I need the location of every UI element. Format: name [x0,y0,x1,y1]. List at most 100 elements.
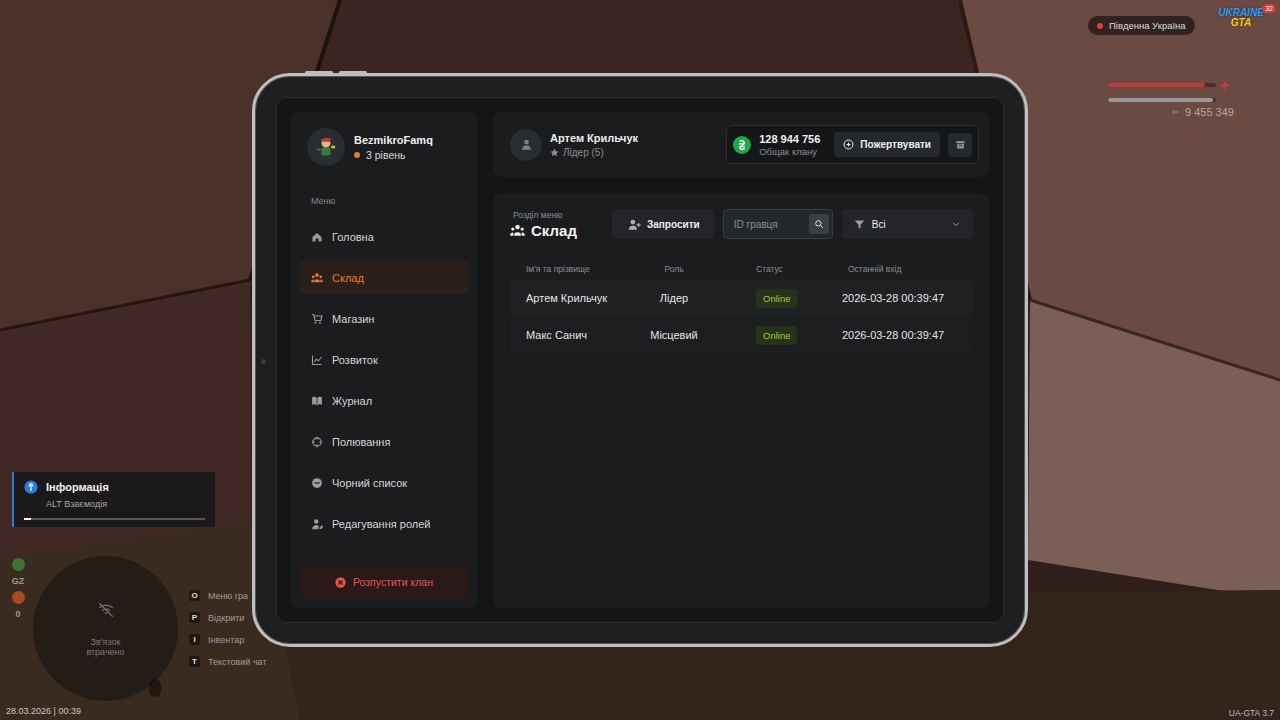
status-dot [12,558,25,571]
section-title-row: Склад [510,222,593,239]
notification-timer [24,518,205,520]
search-field [723,209,833,239]
column-header: Останній вхід [842,264,973,274]
section-title: Склад [531,222,577,239]
key-label: Меню гра [208,591,248,601]
funds-text: 128 944 756Общак клану [759,133,820,157]
notification-title-row: Інформація [24,480,205,494]
funds-amount: 128 944 756 [759,133,820,145]
table-cell: Лідер [636,292,712,304]
book-icon [311,395,323,407]
column-header: Статус [712,264,842,274]
sidebar-item-label: Розвиток [332,354,378,366]
home-icon [311,231,323,243]
logo-badge: 32 [1262,4,1276,13]
filter-value: Всі [872,219,944,230]
armor-fill [1108,98,1213,102]
member-role-row: Лідер (5) [550,147,638,158]
sidebar: BezmikroFamq3 рівеньМенюГоловнаСкладМага… [291,112,477,608]
date-time: 28.03.2026 | 00:39 [6,706,81,716]
search-icon [814,219,824,229]
notification-text: ALT Взаємодія [24,499,205,509]
table-cell: 2026-03-28 00:39:47 [842,292,973,304]
user-icon [520,138,533,151]
table-cell: 2026-03-28 00:39:47 [842,329,973,341]
player-id-input[interactable] [734,219,809,230]
dissolve-label: Розпустити клан [353,576,433,588]
table-cell: Місцевий [636,329,712,341]
donate-button[interactable]: Пожертвувати [834,132,940,157]
logo-bottom: GTA [1231,18,1251,28]
no-signal-icon [97,601,115,619]
level-dot [354,152,360,158]
profile-avatar [307,128,345,166]
sidebar-item[interactable]: Склад [300,261,468,294]
sidebar-item-label: Чорний список [332,477,407,489]
sidebar-menu: Головна Склад Магазин Розвиток Журнал Полюван… [300,220,468,540]
status-label: 0 [15,609,20,619]
sidebar-item[interactable]: Головна [300,220,468,253]
member-name: Артем Крильчук [550,132,638,144]
region-name: Південна Україна [1109,20,1186,31]
profile-level: 3 рівень [366,149,406,161]
key-label: Відкрити [208,613,244,623]
sidebar-item[interactable]: Магазин [300,302,468,335]
profile: BezmikroFamq 3 рівень [300,128,468,166]
section-heading: Розділ менюСклад [510,210,593,239]
funds-label: Общак клану [759,146,820,157]
key-cap: I [189,634,200,645]
sidebar-item[interactable]: Полювання [300,425,468,458]
table-row[interactable]: Артем КрильчукЛідерOnline2026-03-28 00:3… [510,280,973,316]
filter-icon [854,219,865,230]
sidebar-item[interactable]: Редагування ролей [300,507,468,540]
sidebar-item[interactable]: Розвиток [300,343,468,376]
dissolve-clan-button[interactable]: Розпустити клан [300,565,468,599]
region-pill: Південна Україна [1088,16,1195,35]
sidebar-item-label: Полювання [332,436,390,448]
member-role: Лідер (5) [563,147,604,158]
invite-button[interactable]: Запросити [612,209,714,239]
key-cap: T [189,656,200,667]
cart-icon [311,313,323,325]
voice-indicator [149,679,161,697]
sidebar-item-label: Головна [332,231,374,243]
invite-label: Запросити [647,219,700,230]
storage-button[interactable] [948,133,972,157]
user-edit-icon [311,518,323,530]
role-filter[interactable]: Всі [842,209,973,239]
key-cap: P [189,612,200,623]
user-plus-icon [628,218,641,231]
status-cell: Online [712,326,842,345]
coin-icon [733,136,751,154]
status-cell: Online [712,289,842,308]
spacer [300,540,468,565]
main-area: Артем Крильчук Лідер (5) 128 944 756Общак … [493,112,989,608]
content-card: Розділ менюСкладЗапроситиВсіІм'я та пріз… [493,193,989,608]
info-icon [24,480,38,494]
chart-icon [311,354,323,366]
search-button[interactable] [809,214,829,234]
server-logo: UKRAINEGTA32 [1212,8,1270,28]
blacklist-icon [311,477,323,489]
column-header: Роль [636,264,712,274]
key-label: Текстовий чат [208,657,267,667]
sidebar-item-label: Магазин [332,313,374,325]
table-row[interactable]: Макс СаничМісцевийOnline2026-03-28 00:39… [510,317,973,353]
tablet-side-button [305,71,333,74]
profile-level-row: 3 рівень [354,149,433,161]
region-dot [1097,23,1103,29]
archive-icon [955,139,966,150]
sidebar-item[interactable]: Чорний список [300,466,468,499]
member-avatar [510,129,542,161]
money-amount: 9 455 349 [1185,106,1234,118]
sidebar-item[interactable]: Журнал [300,384,468,417]
status-label: GZ [12,576,25,586]
health-fill [1108,83,1205,87]
key-label: Інвентар [208,635,244,645]
key-hint: T Текстовий чат [189,655,267,668]
info-notification: Інформація ALT Взаємодія [12,472,215,527]
table-cell: Макс Санич [526,329,636,341]
sidebar-item-label: Журнал [332,395,372,407]
profile-name: BezmikroFamq [354,134,433,146]
current-member: Артем Крильчук Лідер (5) [510,129,638,161]
